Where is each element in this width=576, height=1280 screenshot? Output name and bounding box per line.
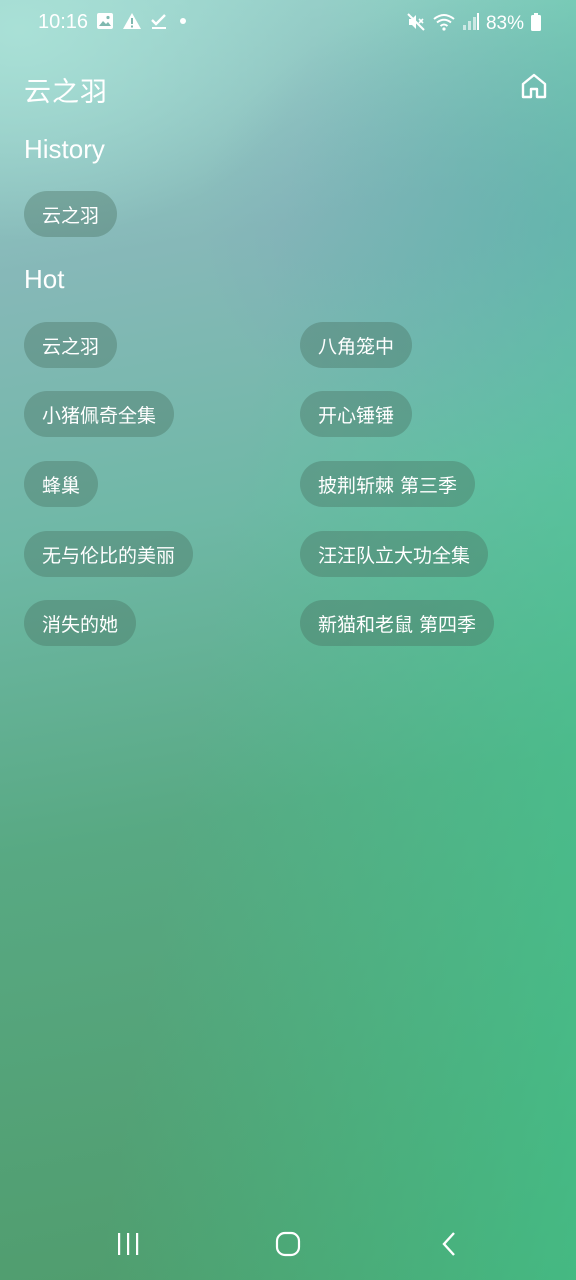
mute-icon <box>406 12 426 36</box>
dot-icon <box>176 12 190 34</box>
battery-icon <box>530 12 542 36</box>
history-chip[interactable]: 云之羽 <box>24 191 118 237</box>
history-title: History <box>24 134 105 164</box>
hot-chip[interactable]: 蜂巢 <box>24 461 99 507</box>
recent-apps-icon <box>118 1233 139 1255</box>
status-icons-right: 83% <box>406 12 542 36</box>
hot-chip[interactable]: 无与伦比的美丽 <box>24 531 194 577</box>
hot-chip[interactable]: 汪汪队立大功全集 <box>300 531 489 577</box>
signal-icon <box>462 12 480 36</box>
image-icon <box>96 12 114 34</box>
home-icon <box>521 73 547 99</box>
hot-chip[interactable]: 开心锤锤 <box>300 391 413 437</box>
recent-apps-button[interactable] <box>104 1226 152 1262</box>
home-circle-icon <box>275 1231 301 1257</box>
home-button[interactable] <box>516 68 552 104</box>
home-nav-button[interactable] <box>264 1226 312 1262</box>
navigation-bar <box>0 1210 576 1280</box>
page-title: 云之羽 <box>24 77 108 108</box>
back-icon <box>442 1232 455 1256</box>
hot-chip[interactable]: 披荆斩棘 第三季 <box>300 461 476 507</box>
hot-chip[interactable]: 消失的她 <box>24 600 137 646</box>
hot-chip[interactable]: 八角笼中 <box>300 322 413 368</box>
battery-percent: 83% <box>485 13 524 34</box>
back-button[interactable] <box>426 1226 474 1262</box>
status-icons-left <box>96 12 190 34</box>
wifi-icon <box>432 12 456 36</box>
hot-chip[interactable]: 云之羽 <box>24 322 118 368</box>
check-icon <box>150 12 168 34</box>
status-time: 10:16 <box>38 11 89 33</box>
warning-icon <box>122 12 142 34</box>
hot-chip[interactable]: 新猫和老鼠 第四季 <box>300 600 495 646</box>
hot-chip[interactable]: 小猪佩奇全集 <box>24 391 175 437</box>
status-bar: 10:16 83% <box>0 0 576 48</box>
hot-title: Hot <box>24 264 65 294</box>
